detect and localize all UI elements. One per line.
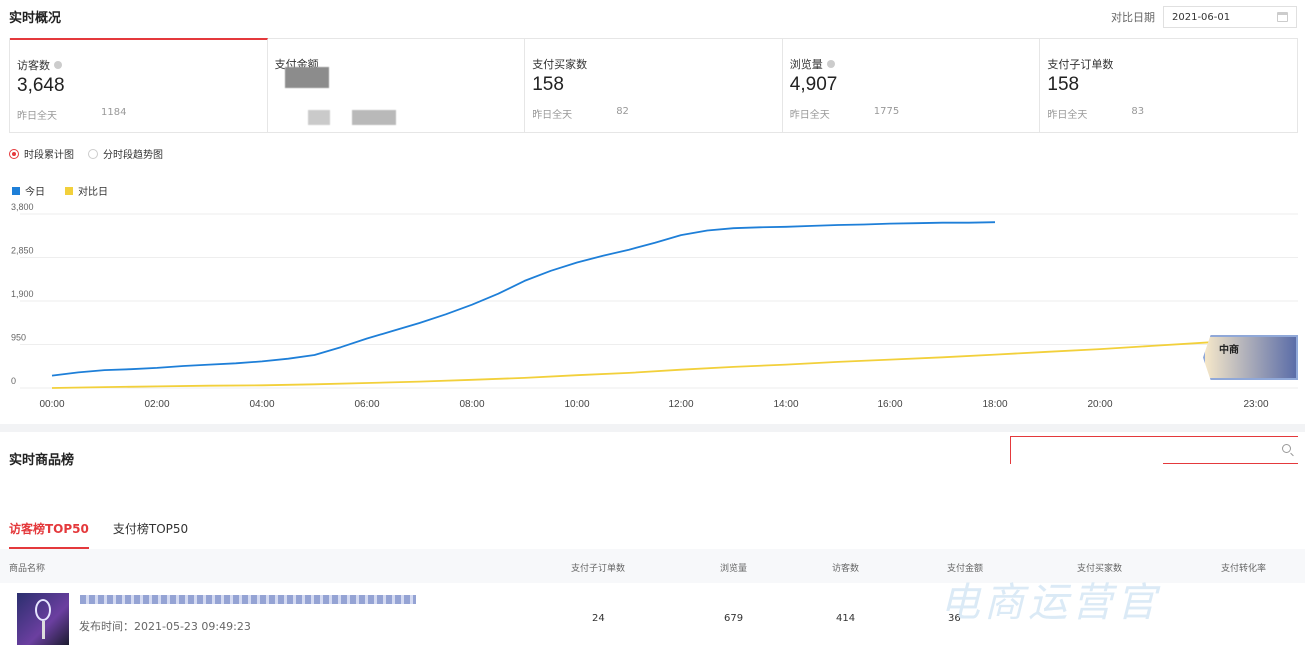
overview-title: 实时概况 bbox=[9, 11, 62, 26]
x-tick-label: 14:00 bbox=[773, 399, 798, 410]
radio-label: 时段累计图 bbox=[24, 150, 74, 161]
y-tick-label: 950 bbox=[11, 333, 26, 343]
metric-value: 3,648 bbox=[17, 75, 65, 96]
watermark-badge-text: 中商 bbox=[1219, 345, 1239, 356]
metric-sub-label: 昨日全天 bbox=[532, 110, 573, 121]
x-tick-label: 02:00 bbox=[144, 399, 169, 410]
y-tick-label: 3,800 bbox=[11, 202, 34, 212]
metric-visitors[interactable]: 访客数 3,648 昨日全天 1184 bbox=[10, 38, 268, 132]
x-tick-label: 12:00 bbox=[668, 399, 693, 410]
redacted-block bbox=[307, 110, 330, 125]
compare-date-label: 对比日期 bbox=[1111, 11, 1155, 24]
metric-pageviews[interactable]: 浏览量 4,907 昨日全天 1775 bbox=[783, 39, 1041, 132]
info-icon[interactable] bbox=[826, 60, 835, 68]
info-icon[interactable] bbox=[54, 61, 62, 69]
x-tick-label: 18:00 bbox=[982, 399, 1007, 410]
compare-date-value: 2021-06-01 bbox=[1172, 11, 1231, 23]
x-tick-label: 08:00 bbox=[459, 399, 484, 410]
legend-today[interactable]: 今日 bbox=[12, 183, 45, 198]
metrics-panel: 访客数 3,648 昨日全天 1184 支付金额 支付买家数 158 昨日全天 82… bbox=[9, 38, 1298, 133]
calendar-icon bbox=[1277, 12, 1288, 22]
x-tick-label: 23:00 bbox=[1243, 399, 1268, 410]
x-tick-label: 20:00 bbox=[1087, 399, 1112, 410]
metric-sub-label: 昨日全天 bbox=[789, 110, 830, 121]
product-thumbnail[interactable] bbox=[17, 593, 69, 645]
cell-visitors: 414 bbox=[836, 613, 856, 624]
y-tick-label: 2,850 bbox=[11, 246, 34, 256]
metric-payment-amount[interactable]: 支付金额 bbox=[268, 39, 526, 132]
redacted-block bbox=[351, 110, 396, 125]
metric-sub-label: 昨日全天 bbox=[1047, 110, 1088, 121]
metric-label: 支付买家数 bbox=[532, 58, 588, 71]
metric-sub-value: 1775 bbox=[873, 106, 900, 117]
metric-value: 4,907 bbox=[789, 74, 838, 95]
cell-orders: 24 bbox=[592, 613, 605, 624]
y-tick-label: 1,900 bbox=[11, 289, 34, 299]
redacted-block bbox=[284, 67, 329, 88]
metric-label: 访客数 bbox=[17, 59, 50, 72]
section-divider bbox=[0, 424, 1305, 432]
metric-sub-label: 昨日全天 bbox=[17, 111, 57, 122]
legend-swatch bbox=[65, 186, 73, 195]
radio-selected-icon bbox=[9, 148, 19, 159]
radio-trend[interactable]: 分时段趋势图 bbox=[88, 146, 163, 161]
product-publish-time: 发布时间：2021-05-23 09:49:23 bbox=[79, 620, 251, 633]
legend-swatch bbox=[12, 186, 20, 195]
tab-visitors-top50[interactable]: 访客榜TOP50 bbox=[9, 520, 89, 549]
racket-shape bbox=[35, 599, 51, 621]
watermark-badge: 中商 bbox=[1203, 335, 1298, 380]
metric-sub-orders[interactable]: 支付子订单数 158 昨日全天 83 bbox=[1040, 39, 1297, 132]
ranking-title: 实时商品榜 bbox=[9, 453, 75, 468]
product-search-input[interactable] bbox=[1010, 436, 1298, 464]
series-line-today bbox=[51, 221, 996, 377]
product-title-redacted[interactable] bbox=[80, 595, 416, 604]
x-tick-label: 16:00 bbox=[877, 399, 902, 410]
search-underline bbox=[1163, 463, 1298, 464]
col-header[interactable]: 支付转化率 bbox=[1221, 561, 1266, 574]
watermark-text: 电商运营官 bbox=[940, 580, 1160, 626]
radio-label: 分时段趋势图 bbox=[103, 150, 163, 161]
cell-views: 679 bbox=[724, 613, 744, 624]
col-header[interactable]: 访客数 bbox=[832, 561, 859, 574]
metric-label: 支付子订单数 bbox=[1047, 58, 1114, 71]
metric-sub-value: 1184 bbox=[101, 107, 127, 118]
x-tick-label: 06:00 bbox=[354, 399, 379, 410]
compare-date-group: 对比日期 2021-06-01 bbox=[1111, 6, 1297, 28]
metric-value: 158 bbox=[1047, 74, 1080, 95]
metric-sub-value: 82 bbox=[616, 106, 629, 117]
radio-unselected-icon bbox=[88, 148, 98, 159]
x-tick-label: 04:00 bbox=[249, 399, 274, 410]
search-icon[interactable] bbox=[1282, 444, 1291, 453]
chart-legend: 今日 对比日 bbox=[12, 183, 108, 198]
legend-compare[interactable]: 对比日 bbox=[65, 183, 108, 198]
ranking-tabs: 访客榜TOP50 支付榜TOP50 bbox=[9, 520, 188, 549]
col-header[interactable]: 支付子订单数 bbox=[571, 561, 625, 574]
tab-payment-top50[interactable]: 支付榜TOP50 bbox=[113, 520, 188, 549]
metric-sub-value: 83 bbox=[1131, 106, 1145, 117]
x-tick-label: 10:00 bbox=[564, 399, 589, 410]
y-tick-label: 0 bbox=[11, 376, 16, 386]
radio-cumulative[interactable]: 时段累计图 bbox=[9, 146, 74, 161]
col-header[interactable]: 浏览量 bbox=[720, 561, 747, 574]
legend-label: 今日 bbox=[25, 187, 45, 198]
col-header: 商品名称 bbox=[9, 564, 46, 574]
x-tick-label: 00:00 bbox=[39, 399, 64, 410]
metric-value: 158 bbox=[532, 74, 564, 95]
metric-label: 浏览量 bbox=[789, 58, 823, 71]
chart-view-toggle: 时段累计图 分时段趋势图 bbox=[9, 146, 163, 161]
realtime-line-chart[interactable]: 3,800 2,850 1,900 950 0 00:00 02:00 04:00 06:00 0… bbox=[0, 198, 1305, 420]
compare-date-picker[interactable]: 2021-06-01 bbox=[1163, 6, 1297, 28]
metric-buyers[interactable]: 支付买家数 158 昨日全天 82 bbox=[525, 39, 783, 132]
legend-label: 对比日 bbox=[78, 187, 108, 198]
racket-handle-shape bbox=[42, 621, 45, 639]
